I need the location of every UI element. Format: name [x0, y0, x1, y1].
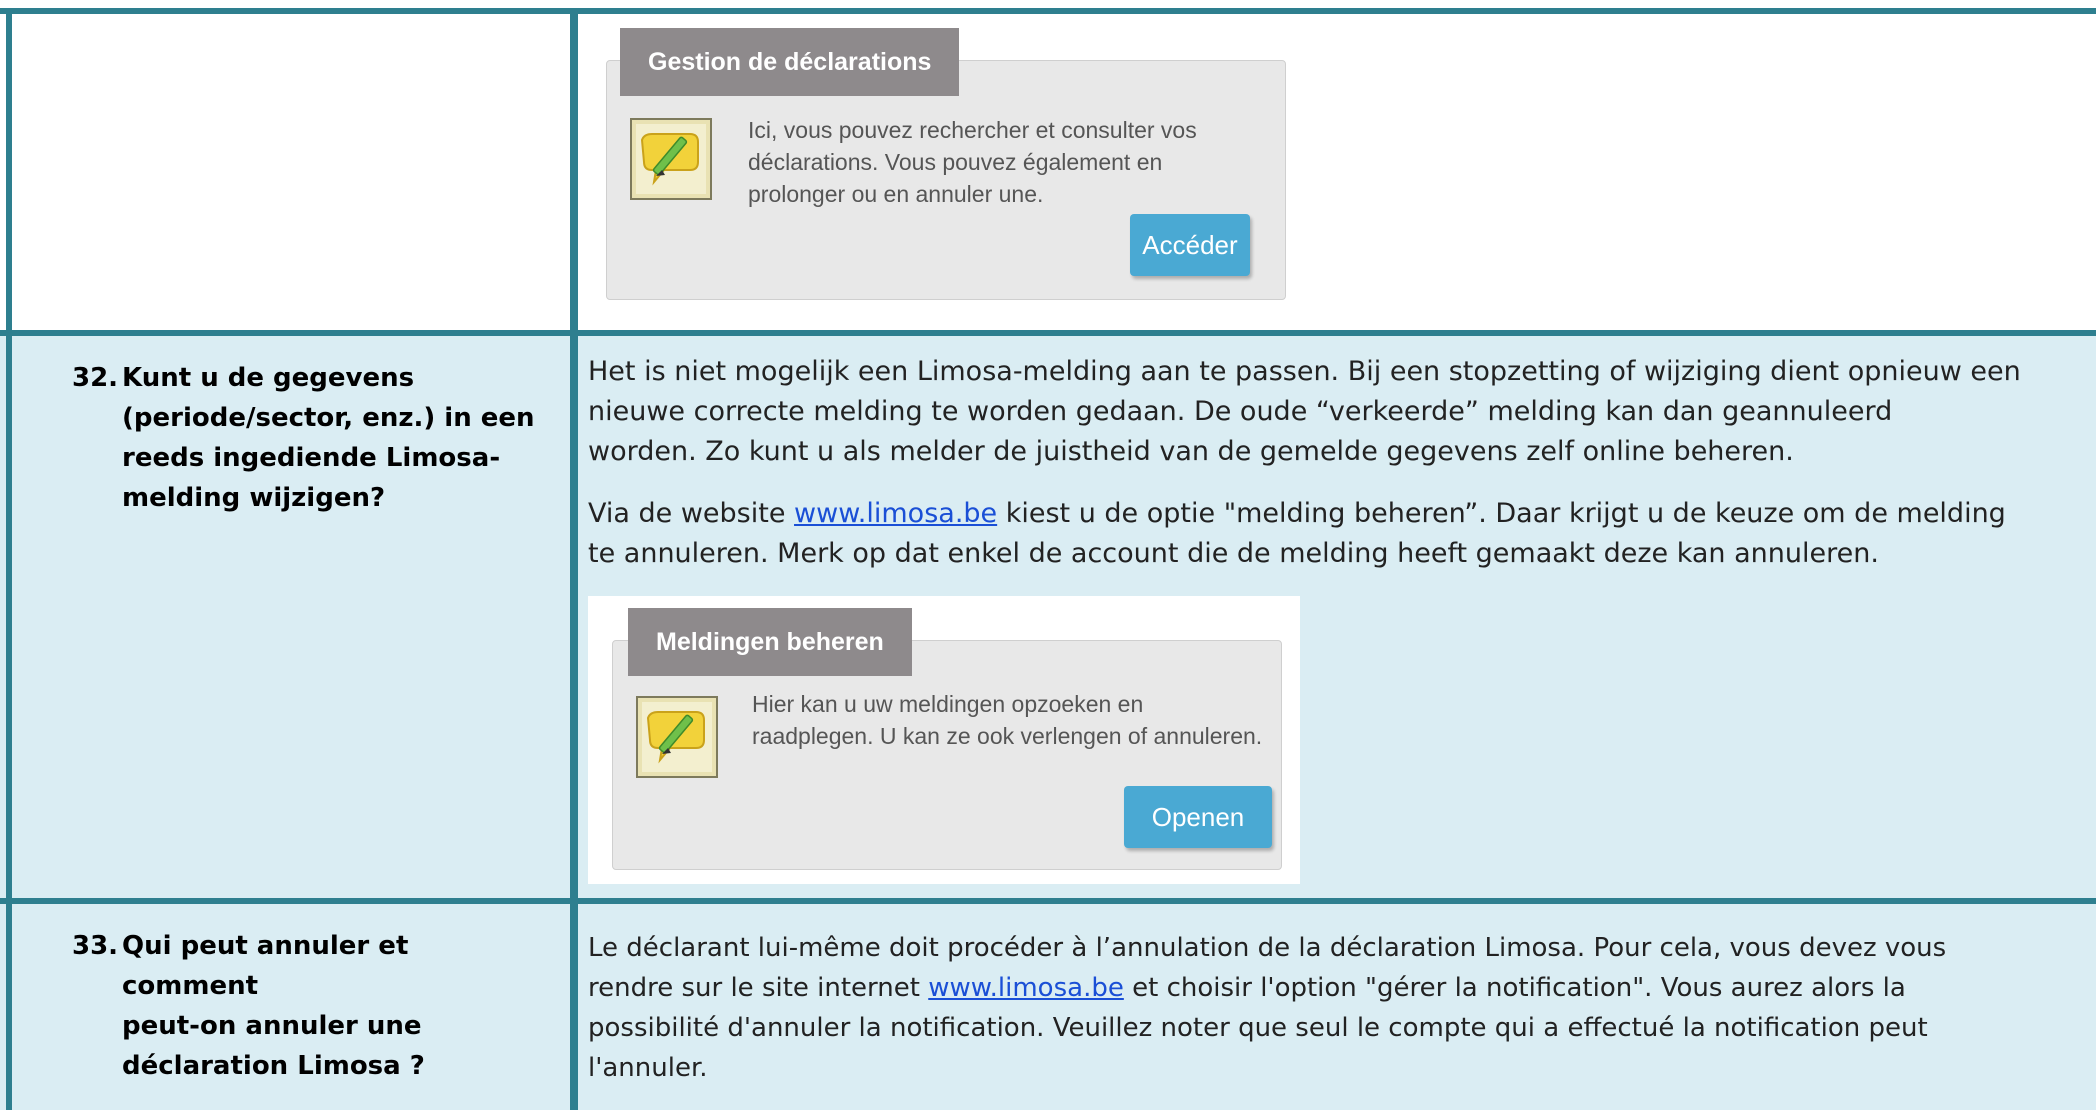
table-column-divider: [570, 8, 578, 1110]
widget-screenshot-fr: Gestion de déclarations Ici, vous pouvez…: [590, 14, 1300, 314]
limosa-link[interactable]: www.limosa.be: [928, 973, 1124, 1003]
answer-32-paragraph-1: Het is niet mogelijk een Limosa-melding …: [588, 352, 2088, 472]
table-divider: [0, 330, 2096, 336]
question-line: peut-on annuler une: [122, 1011, 422, 1041]
answer-text: rendre sur le site internet: [588, 973, 929, 1003]
note-pencil-icon: [630, 118, 712, 200]
widget-description-line: Hier kan u uw meldingen opzoeken en: [752, 691, 1144, 717]
answer-line: Le déclarant lui-même doit procéder à l’…: [588, 933, 1947, 963]
question-line: (periode/sector, enz.) in een: [122, 403, 535, 433]
answer-line: Het is niet mogelijk een Limosa-melding …: [588, 356, 2021, 387]
answer-line: rendre sur le site internet www.limosa.b…: [588, 968, 2088, 1008]
answer-line: Via de website www.limosa.be kiest u de …: [588, 494, 2088, 534]
widget-screenshot-nl: Meldingen beheren Hier kan u uw meldinge…: [588, 596, 1300, 884]
faq-table: Gestion de déclarations Ici, vous pouvez…: [0, 0, 2096, 1110]
question-line: Qui peut annuler et comment: [122, 931, 409, 1001]
openen-button[interactable]: Openen: [1124, 786, 1272, 848]
answer-33: Le déclarant lui-même doit procéder à l’…: [588, 928, 2088, 1088]
question-number: 32.: [72, 363, 119, 393]
answer-line: nieuwe correcte melding te worden gedaan…: [588, 396, 1893, 427]
question-line: Kunt u de gegevens: [122, 363, 415, 393]
table-divider: [0, 898, 2096, 904]
answer-line: te annuleren. Merk op dat enkel de accou…: [588, 538, 1879, 569]
widget-description: Ici, vous pouvez rechercher et consulter…: [748, 114, 1268, 210]
question-line: déclaration Limosa ?: [122, 1051, 425, 1081]
widget-title: Gestion de déclarations: [620, 28, 960, 96]
widget-description-line: raadplegen. U kan ze ook verlengen of an…: [752, 723, 1263, 749]
answer-text: kiest u de optie "melding beheren”. Daar…: [997, 498, 2006, 529]
table-border-left: [6, 8, 12, 1110]
answer-line: l'annuler.: [588, 1053, 708, 1083]
widget-description-line: Ici, vous pouvez rechercher et consulter…: [748, 117, 1197, 143]
answer-line: possibilité d'annuler la notification. V…: [588, 1013, 1928, 1043]
widget-title: Meldingen beheren: [628, 608, 912, 676]
answer-32-paragraph-2: Via de website www.limosa.be kiest u de …: [588, 494, 2088, 574]
question-text: Kunt u de gegevens (periode/sector, enz.…: [122, 358, 542, 518]
question-text: Qui peut annuler et comment peut-on annu…: [122, 926, 542, 1086]
question-number: 33.: [72, 931, 119, 961]
answer-line: worden. Zo kunt u als melder de juisthei…: [588, 436, 1794, 467]
question-line: reeds ingediende Limosa-: [122, 443, 501, 473]
answer-text: et choisir l'option "gérer la notificati…: [1123, 973, 1906, 1003]
acceder-button[interactable]: Accéder: [1130, 214, 1250, 276]
limosa-link[interactable]: www.limosa.be: [794, 498, 997, 529]
widget-description: Hier kan u uw meldingen opzoeken en raad…: [752, 688, 1292, 752]
widget-description-line: prolonger ou en annuler une.: [748, 181, 1044, 207]
question-line: melding wijzigen?: [122, 483, 386, 513]
widget-description-line: déclarations. Vous pouvez également en: [748, 149, 1163, 175]
note-pencil-icon: [636, 696, 718, 778]
answer-text: Via de website: [588, 498, 795, 529]
